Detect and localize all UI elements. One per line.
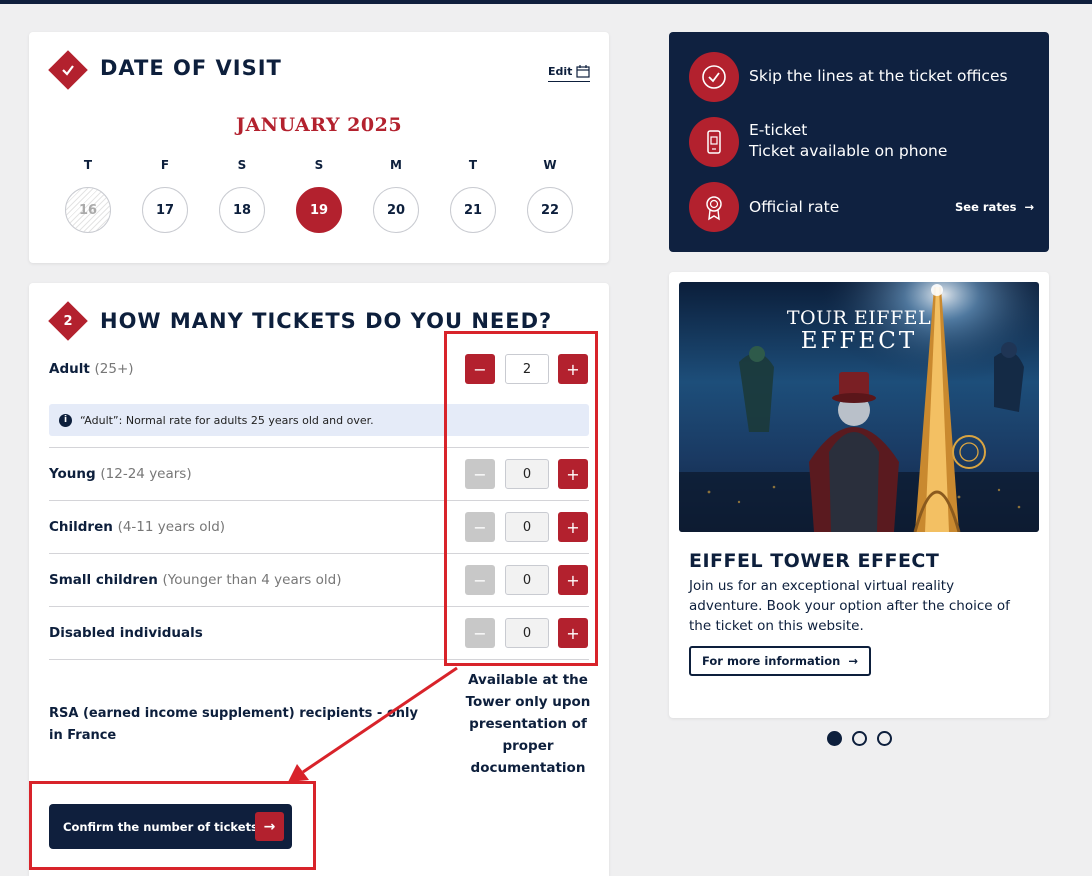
day-button[interactable]: 17 — [142, 187, 188, 233]
phone-ticket-icon — [689, 117, 739, 167]
row-sublabel: (4-11 years old) — [117, 519, 226, 535]
annotation-highlight-quantities — [444, 331, 598, 666]
day-button[interactable]: 21 — [450, 187, 496, 233]
ticket-row-label-small-children: Small children (Younger than 4 years old… — [49, 572, 341, 588]
calendar-month: JANUARY 2025 — [235, 114, 403, 136]
more-info-button[interactable]: For more information → — [689, 646, 871, 676]
day-button[interactable]: 18 — [219, 187, 265, 233]
annotation-highlight-confirm — [29, 781, 316, 870]
carousel-dot[interactable] — [877, 731, 892, 746]
ticket-row-label-adult: Adult (25+) — [49, 361, 134, 377]
step-number: 2 — [63, 313, 73, 329]
step-badge-check — [48, 50, 88, 90]
top-bar — [0, 0, 1092, 4]
benefit-eticket-sub: Ticket available on phone — [749, 142, 948, 160]
row-label: Small children — [49, 572, 158, 588]
info-text: “Adult”: Normal rate for adults 25 years… — [80, 413, 374, 427]
step-badge-2: 2 — [48, 301, 88, 341]
day-button-disabled: 16 — [65, 187, 111, 233]
date-of-visit-card: DATE OF VISIT Edit JANUARY 2025 T F S S … — [29, 32, 609, 263]
info-icon: i — [59, 413, 72, 427]
benefit-eticket: E-ticket Ticket available on phone — [749, 120, 947, 162]
promo-image[interactable]: TOUR EIFFEL EFFECT — [679, 282, 1039, 532]
calendar-icon — [576, 65, 591, 78]
rsa-row-label: RSA (earned income supplement) recipient… — [49, 706, 418, 743]
row-sublabel: (25+) — [94, 361, 134, 377]
row-sublabel: (Younger than 4 years old) — [162, 572, 342, 588]
edit-label: Edit — [548, 65, 573, 78]
check-circle-icon — [689, 52, 739, 102]
arrow-right-icon: → — [848, 654, 858, 668]
weekday-letter: M — [390, 158, 402, 172]
see-rates-link[interactable]: See rates → — [955, 200, 1034, 214]
promo-description: Join us for an exceptional virtual reali… — [689, 578, 1010, 634]
promo-card: TOUR EIFFEL EFFECT EIFFEL TOWER EFFECT J… — [669, 272, 1049, 718]
availability-note: Available at the Tower only upon present… — [465, 672, 591, 776]
award-ribbon-icon — [689, 182, 739, 232]
row-sublabel: (12-24 years) — [100, 466, 192, 482]
benefits-panel: Skip the lines at the ticket offices E-t… — [669, 32, 1049, 252]
eiffel-effect-artwork: TOUR EIFFEL EFFECT — [679, 282, 1039, 532]
carousel-dot[interactable] — [852, 731, 867, 746]
weekday-letter: T — [468, 158, 478, 172]
weekday-letter: W — [543, 158, 557, 172]
day-button[interactable]: 22 — [527, 187, 573, 233]
ticket-row-label-disabled: Disabled individuals — [49, 625, 203, 641]
artwork-logo-line2: EFFECT — [801, 328, 917, 354]
carousel-dot-active[interactable] — [827, 731, 842, 746]
artwork-logo-line1: TOUR EIFFEL — [787, 307, 931, 329]
arrow-right-icon: → — [1024, 200, 1035, 214]
row-label: Children — [49, 519, 113, 535]
more-info-label: For more information — [702, 654, 841, 668]
checkmark-icon — [54, 56, 82, 84]
date-section-title: DATE OF VISIT — [100, 56, 282, 80]
ticket-row-label-young: Young (12-24 years) — [49, 466, 192, 482]
day-button-selected[interactable]: 19 — [296, 187, 342, 233]
promo-title: EIFFEL TOWER EFFECT — [689, 550, 940, 572]
row-label: Disabled individuals — [49, 625, 203, 641]
weekday-letter: S — [314, 158, 324, 172]
ticket-row-label-children: Children (4-11 years old) — [49, 519, 225, 535]
weekday-letter: T — [83, 158, 93, 172]
row-label: Adult — [49, 361, 90, 377]
benefit-eticket-title: E-ticket — [749, 121, 808, 139]
see-rates-label: See rates — [955, 200, 1017, 214]
weekday-letter: S — [237, 158, 247, 172]
day-button[interactable]: 20 — [373, 187, 419, 233]
benefit-skip-lines: Skip the lines at the ticket offices — [749, 67, 1008, 85]
benefit-official-rate: Official rate — [749, 198, 840, 216]
tickets-section-title: HOW MANY TICKETS DO YOU NEED? — [100, 309, 553, 333]
edit-date-link[interactable]: Edit — [548, 65, 591, 82]
weekday-letter: F — [160, 158, 170, 172]
row-label: Young — [49, 466, 96, 482]
